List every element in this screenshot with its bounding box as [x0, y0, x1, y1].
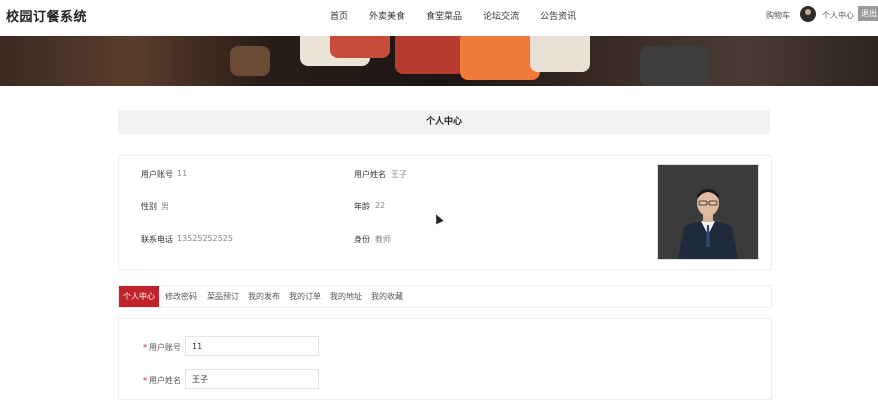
- banner-decoration: [230, 46, 270, 76]
- banner-decoration: [330, 36, 390, 58]
- page-title: 个人中心: [118, 110, 770, 134]
- top-navbar: 校园订餐系统 首页 外卖美食 食堂菜品 论坛交流 公告资讯 购物车 个人中心 退…: [0, 0, 878, 36]
- banner-decoration: [640, 46, 710, 86]
- form-name-label: * 用户姓名: [143, 375, 181, 386]
- user-avatar[interactable]: [800, 6, 816, 22]
- tab-dish-booking[interactable]: 菜品预订: [207, 286, 239, 307]
- identity-label: 身份: [354, 235, 370, 244]
- nav-item-news[interactable]: 公告资讯: [540, 9, 576, 22]
- required-mark: *: [143, 343, 147, 352]
- identity-value: 教师: [375, 235, 391, 244]
- gender-label: 性别: [141, 202, 157, 211]
- name-value: 王子: [391, 170, 407, 179]
- nav-item-takeout[interactable]: 外卖美食: [369, 9, 405, 22]
- cart-link[interactable]: 购物车: [766, 10, 790, 21]
- account-value: 11: [177, 169, 188, 178]
- required-mark: *: [143, 376, 147, 385]
- tab-profile[interactable]: 个人中心: [119, 286, 159, 307]
- account-input[interactable]: 11: [185, 336, 319, 356]
- profile-info-card: 用户账号 11 用户姓名 王子 性别 男 年龄 22 联系电话 13525252…: [118, 155, 772, 270]
- tab-my-favorites[interactable]: 我的收藏: [371, 286, 403, 307]
- phone-label: 联系电话: [141, 235, 173, 244]
- form-account-label-text: 用户账号: [149, 343, 181, 352]
- nav-item-home[interactable]: 首页: [330, 9, 348, 22]
- tab-my-posts[interactable]: 我的发布: [248, 286, 280, 307]
- nav-item-canteen[interactable]: 食堂菜品: [426, 9, 462, 22]
- phone-value: 13525252525: [177, 234, 233, 243]
- hero-banner: [0, 36, 878, 86]
- user-center-link[interactable]: 个人中心: [822, 10, 854, 21]
- main-nav: 首页 外卖美食 食堂菜品 论坛交流 公告资讯: [330, 9, 597, 22]
- name-input[interactable]: 王子: [185, 369, 319, 389]
- person-portrait-icon: [658, 165, 758, 259]
- logout-button[interactable]: 退出: [858, 6, 878, 21]
- age-label: 年龄: [354, 202, 370, 211]
- tab-change-password[interactable]: 修改密码: [165, 286, 197, 307]
- tab-my-orders[interactable]: 我的订单: [289, 286, 321, 307]
- profile-photo: [657, 164, 759, 260]
- app-logo-title[interactable]: 校园订餐系统: [6, 6, 87, 25]
- banner-decoration: [395, 36, 465, 74]
- name-label: 用户姓名: [354, 170, 386, 179]
- account-label: 用户账号: [141, 170, 173, 179]
- form-account-label: * 用户账号: [143, 342, 181, 353]
- nav-item-forum[interactable]: 论坛交流: [483, 9, 519, 22]
- profile-tabs: 个人中心 修改密码 菜品预订 我的发布 我的订单 我的地址 我的收藏: [118, 285, 772, 308]
- form-name-label-text: 用户姓名: [149, 376, 181, 385]
- gender-value: 男: [161, 202, 169, 211]
- banner-decoration: [460, 36, 540, 80]
- tab-my-address[interactable]: 我的地址: [330, 286, 362, 307]
- banner-decoration: [530, 36, 590, 72]
- age-value: 22: [375, 201, 386, 210]
